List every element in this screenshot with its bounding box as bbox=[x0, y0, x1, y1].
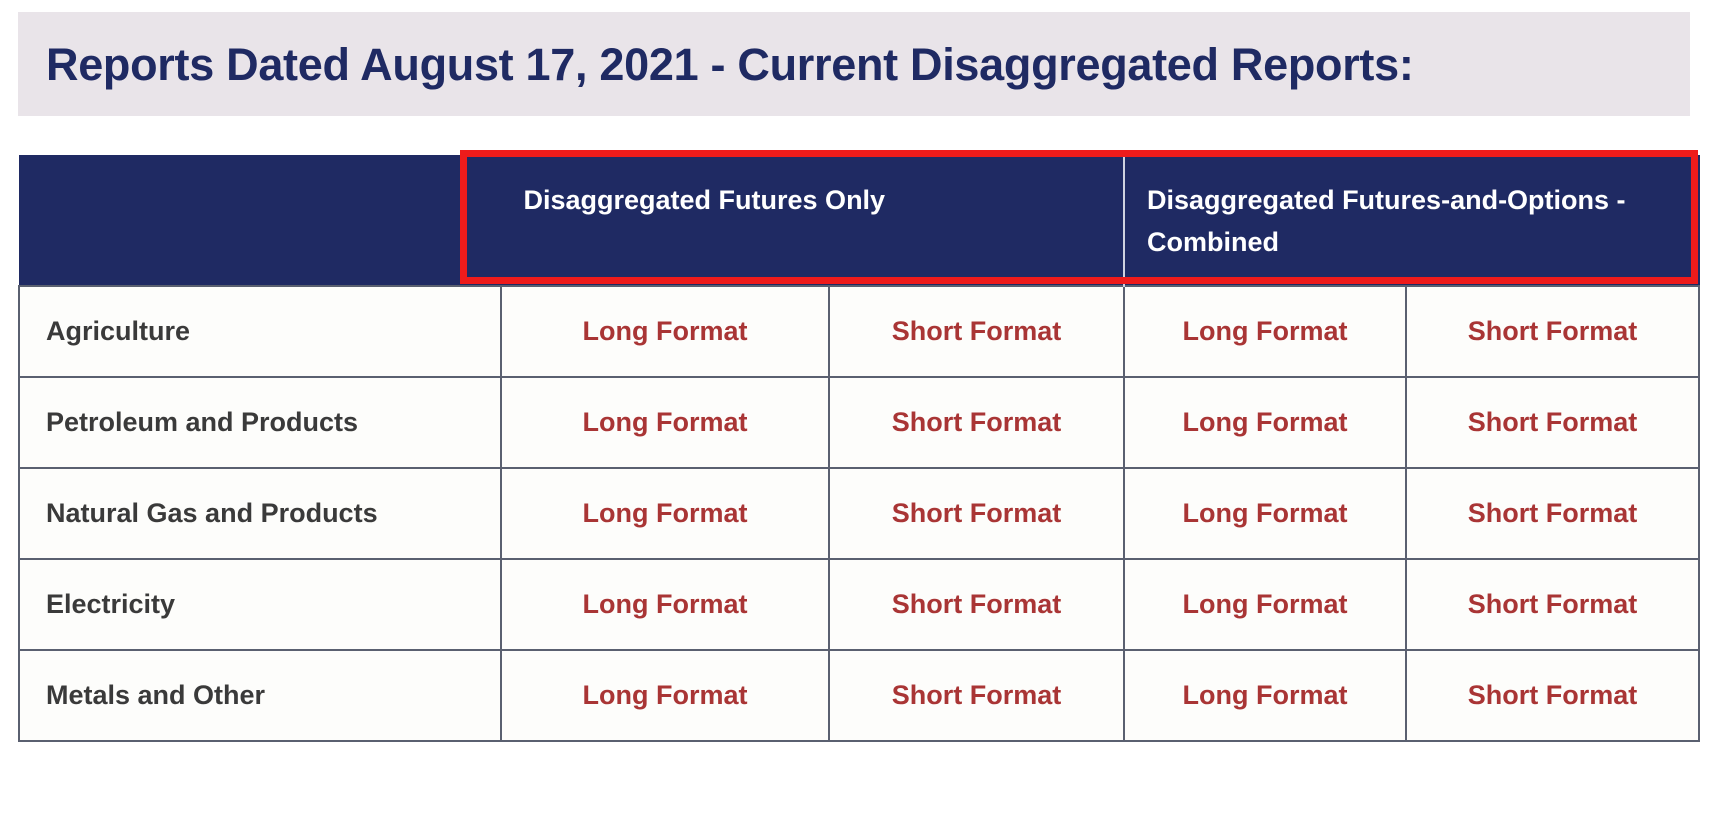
cell-petroleum-futures-only-long[interactable]: Long Format bbox=[500, 375, 830, 469]
long-format-link[interactable]: Long Format bbox=[1183, 498, 1348, 528]
cell-agriculture-combined-long[interactable]: Long Format bbox=[1123, 284, 1408, 378]
table-body: Agriculture Long Format Short Format Lon… bbox=[18, 284, 1701, 742]
long-format-link[interactable]: Long Format bbox=[1183, 407, 1348, 437]
table-row: Metals and Other Long Format Short Forma… bbox=[18, 648, 1701, 742]
long-format-link[interactable]: Long Format bbox=[583, 680, 748, 710]
short-format-link[interactable]: Short Format bbox=[1468, 589, 1638, 619]
cell-metals-futures-only-long[interactable]: Long Format bbox=[500, 648, 830, 742]
long-format-link[interactable]: Long Format bbox=[583, 316, 748, 346]
table-row: Electricity Long Format Short Format Lon… bbox=[18, 557, 1701, 651]
long-format-link[interactable]: Long Format bbox=[1183, 316, 1348, 346]
cell-agriculture-combined-short[interactable]: Short Format bbox=[1405, 284, 1701, 378]
table-row: Natural Gas and Products Long Format Sho… bbox=[18, 466, 1701, 560]
cell-agriculture-futures-only-short[interactable]: Short Format bbox=[827, 284, 1126, 378]
table-row: Agriculture Long Format Short Format Lon… bbox=[18, 284, 1701, 378]
cell-electricity-futures-only-long[interactable]: Long Format bbox=[500, 557, 830, 651]
cell-electricity-combined-short[interactable]: Short Format bbox=[1405, 557, 1701, 651]
long-format-link[interactable]: Long Format bbox=[1183, 589, 1348, 619]
short-format-link[interactable]: Short Format bbox=[892, 407, 1062, 437]
page-root: Reports Dated August 17, 2021 - Current … bbox=[0, 0, 1716, 829]
row-category-natural-gas-and-products: Natural Gas and Products bbox=[18, 466, 502, 560]
header-group-futures-and-options-combined: Disaggregated Futures-and-Options -Combi… bbox=[1123, 155, 1700, 286]
short-format-link[interactable]: Short Format bbox=[892, 680, 1062, 710]
header-group-futures-only: Disaggregated Futures Only bbox=[500, 155, 1125, 286]
short-format-link[interactable]: Short Format bbox=[1468, 680, 1638, 710]
cell-metals-futures-only-short[interactable]: Short Format bbox=[827, 648, 1126, 742]
short-format-link[interactable]: Short Format bbox=[1468, 316, 1638, 346]
header-corner-cell bbox=[18, 155, 502, 286]
table-header: Disaggregated Futures Only Disaggregated… bbox=[18, 155, 1700, 286]
cell-petroleum-combined-long[interactable]: Long Format bbox=[1123, 375, 1408, 469]
cell-natural-gas-combined-long[interactable]: Long Format bbox=[1123, 466, 1408, 560]
row-category-electricity: Electricity bbox=[18, 557, 502, 651]
long-format-link[interactable]: Long Format bbox=[583, 498, 748, 528]
cell-natural-gas-combined-short[interactable]: Short Format bbox=[1405, 466, 1701, 560]
table-header-row: Disaggregated Futures Only Disaggregated… bbox=[18, 155, 1700, 286]
cell-petroleum-futures-only-short[interactable]: Short Format bbox=[827, 375, 1126, 469]
short-format-link[interactable]: Short Format bbox=[1468, 407, 1638, 437]
long-format-link[interactable]: Long Format bbox=[583, 589, 748, 619]
long-format-link[interactable]: Long Format bbox=[583, 407, 748, 437]
short-format-link[interactable]: Short Format bbox=[892, 589, 1062, 619]
row-category-petroleum-and-products: Petroleum and Products bbox=[18, 375, 502, 469]
cell-natural-gas-futures-only-short[interactable]: Short Format bbox=[827, 466, 1126, 560]
row-category-agriculture: Agriculture bbox=[18, 284, 502, 378]
disaggregated-reports-table: Disaggregated Futures Only Disaggregated… bbox=[18, 155, 1701, 742]
cell-electricity-combined-long[interactable]: Long Format bbox=[1123, 557, 1408, 651]
cell-petroleum-combined-short[interactable]: Short Format bbox=[1405, 375, 1701, 469]
table-row: Petroleum and Products Long Format Short… bbox=[18, 375, 1701, 469]
row-category-metals-and-other: Metals and Other bbox=[18, 648, 502, 742]
short-format-link[interactable]: Short Format bbox=[892, 316, 1062, 346]
long-format-link[interactable]: Long Format bbox=[1183, 680, 1348, 710]
cell-metals-combined-long[interactable]: Long Format bbox=[1123, 648, 1408, 742]
page-title-banner: Reports Dated August 17, 2021 - Current … bbox=[18, 12, 1690, 116]
cell-electricity-futures-only-short[interactable]: Short Format bbox=[827, 557, 1126, 651]
short-format-link[interactable]: Short Format bbox=[1468, 498, 1638, 528]
cell-agriculture-futures-only-long[interactable]: Long Format bbox=[500, 284, 830, 378]
cell-metals-combined-short[interactable]: Short Format bbox=[1405, 648, 1701, 742]
cell-natural-gas-futures-only-long[interactable]: Long Format bbox=[500, 466, 830, 560]
page-title: Reports Dated August 17, 2021 - Current … bbox=[46, 38, 1414, 90]
short-format-link[interactable]: Short Format bbox=[892, 498, 1062, 528]
